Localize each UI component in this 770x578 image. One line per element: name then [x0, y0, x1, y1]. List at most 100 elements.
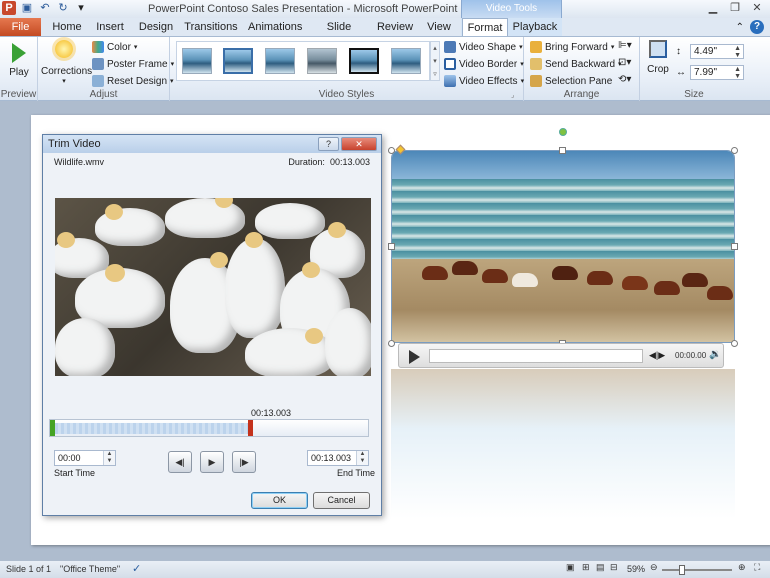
video-object[interactable] [391, 150, 735, 343]
corrections-button[interactable]: Corrections ▾ [41, 40, 92, 85]
start-time-input[interactable]: 00:00 ▲ ▼ [54, 450, 116, 466]
normal-view-icon[interactable]: ▣ [566, 562, 575, 573]
gannet [55, 318, 115, 376]
align-icon[interactable]: ⊫▾ [618, 40, 632, 51]
resize-handle[interactable] [731, 243, 738, 250]
close-icon[interactable]: ✕ [746, 0, 768, 16]
zoom-slider-knob[interactable] [679, 565, 685, 575]
trim-timeline[interactable] [49, 419, 369, 437]
width-input[interactable]: 7.99" ▲ ▼ [690, 65, 744, 80]
video-style-thumbnail[interactable] [349, 48, 379, 74]
video-style-thumbnail[interactable] [223, 48, 253, 74]
cancel-button[interactable]: Cancel [313, 492, 370, 509]
video-style-thumbnail[interactable] [391, 48, 421, 74]
tab-file[interactable]: File [0, 18, 41, 36]
play-preview-button[interactable]: ▶ [200, 451, 224, 473]
group-objects-icon[interactable]: ⊡▾ [618, 57, 631, 68]
play-icon [12, 43, 26, 63]
video-seek-bar[interactable] [429, 349, 643, 363]
tab-view[interactable]: View [424, 18, 454, 36]
resize-handle[interactable] [388, 340, 395, 347]
resize-handle[interactable] [388, 243, 395, 250]
gannet [245, 328, 335, 376]
gallery-scroll[interactable]: ▴ ▾ ▿ [430, 41, 440, 81]
spell-check-icon[interactable]: ✓ [132, 562, 141, 575]
save-icon[interactable]: ▣ [20, 1, 34, 15]
tab-transitions[interactable]: Transitions [184, 18, 238, 36]
width-spinner-icon[interactable]: ▲ ▼ [734, 66, 741, 80]
reading-view-icon[interactable]: ▤ [596, 562, 605, 573]
customize-toolbar-icon[interactable]: ▾ [74, 1, 88, 15]
height-input[interactable]: 4.49" ▲ ▼ [690, 44, 744, 59]
help-icon[interactable]: ? [750, 20, 764, 34]
video-play-icon[interactable] [409, 350, 420, 364]
end-time-spinner-icon[interactable]: ▲ ▼ [356, 451, 368, 465]
resize-handle[interactable] [731, 340, 738, 347]
tab-animations[interactable]: Animations [248, 18, 302, 36]
powerpoint-logo-icon[interactable]: P [2, 1, 16, 15]
video-playback-controls: ◀|▶ 00:00.00 🔉 [398, 343, 724, 368]
crop-button[interactable]: Crop [644, 40, 672, 75]
slide-show-icon[interactable]: ⊟ [610, 562, 618, 573]
height-spinner-icon[interactable]: ▲ ▼ [734, 45, 741, 59]
start-time-spinner-icon[interactable]: ▲ ▼ [103, 451, 115, 465]
tab-design[interactable]: Design [138, 18, 174, 36]
play-button[interactable]: Play [4, 41, 34, 78]
zoom-out-icon[interactable]: ⊖ [650, 562, 658, 573]
selection-pane-button[interactable]: Selection Pane [530, 74, 612, 88]
zoom-level[interactable]: 59% [627, 564, 645, 574]
previous-frame-button[interactable]: ◀| [168, 451, 192, 473]
volume-icon[interactable]: 🔉 [709, 349, 721, 360]
minimize-ribbon-icon[interactable]: ⌃ [736, 22, 744, 33]
resize-handle[interactable] [731, 147, 738, 154]
slide-sorter-icon[interactable]: ⊞ [582, 562, 590, 573]
trim-marker-time: 00:13.003 [251, 408, 292, 418]
video-effects-button[interactable]: Video Effects ▾ [444, 74, 524, 88]
tab-playback[interactable]: Playback [512, 18, 558, 36]
play-label: Play [9, 67, 29, 78]
ok-button[interactable]: OK [251, 492, 308, 509]
fit-slide-icon[interactable]: ⛶ [754, 562, 760, 573]
rotate-icon[interactable]: ⟲▾ [618, 74, 631, 85]
dialog-title-bar: Trim Video ? ✕ [43, 135, 381, 153]
restore-icon[interactable]: ❐ [724, 0, 746, 16]
resize-handle[interactable] [388, 147, 395, 154]
end-time-input[interactable]: 00:13.003 ▲ ▼ [307, 450, 369, 466]
dialog-help-icon[interactable]: ? [318, 137, 339, 151]
start-trim-marker[interactable] [50, 420, 55, 436]
video-shape-button[interactable]: Video Shape ▾ [444, 40, 523, 54]
video-style-thumbnail[interactable] [307, 48, 337, 74]
zoom-slider[interactable] [662, 569, 732, 571]
rotation-handle[interactable] [559, 128, 567, 136]
reset-design-button[interactable]: Reset Design ▾ [92, 74, 174, 88]
video-tools-context-label: Video Tools [461, 0, 562, 18]
minimize-icon[interactable]: ▁ [702, 0, 724, 16]
end-trim-marker[interactable] [248, 420, 253, 436]
horse [422, 266, 448, 280]
gannet [325, 308, 371, 376]
step-back-forward-icon[interactable]: ◀|▶ [649, 350, 665, 361]
tab-review[interactable]: Review [376, 18, 414, 36]
color-button[interactable]: Color ▾ [92, 40, 137, 54]
redo-icon[interactable]: ↻ [56, 1, 70, 15]
video-border-button[interactable]: Video Border ▾ [444, 57, 524, 71]
resize-handle[interactable] [559, 147, 566, 154]
video-styles-dialog-launcher-icon[interactable]: ⌟ [511, 91, 514, 99]
tab-format[interactable]: Format [462, 18, 508, 37]
send-backward-button[interactable]: Send Backward ▾ [530, 57, 622, 71]
video-file-name: Wildlife.wmv [54, 157, 105, 167]
bring-forward-icon [530, 41, 542, 53]
video-border-label: Video Border [459, 58, 518, 70]
trim-video-preview [55, 198, 371, 376]
video-style-thumbnail[interactable] [265, 48, 295, 74]
bring-forward-button[interactable]: Bring Forward ▾ [530, 40, 614, 54]
undo-icon[interactable]: ↶ [38, 1, 52, 15]
video-style-thumbnail[interactable] [182, 48, 212, 74]
zoom-in-icon[interactable]: ⊕ [738, 562, 746, 573]
tab-slide-show[interactable]: Slide Show [312, 18, 366, 51]
dialog-close-icon[interactable]: ✕ [341, 137, 377, 151]
tab-insert[interactable]: Insert [92, 18, 128, 36]
next-frame-button[interactable]: |▶ [232, 451, 256, 473]
poster-frame-button[interactable]: Poster Frame ▾ [92, 57, 174, 71]
tab-home[interactable]: Home [50, 18, 84, 36]
